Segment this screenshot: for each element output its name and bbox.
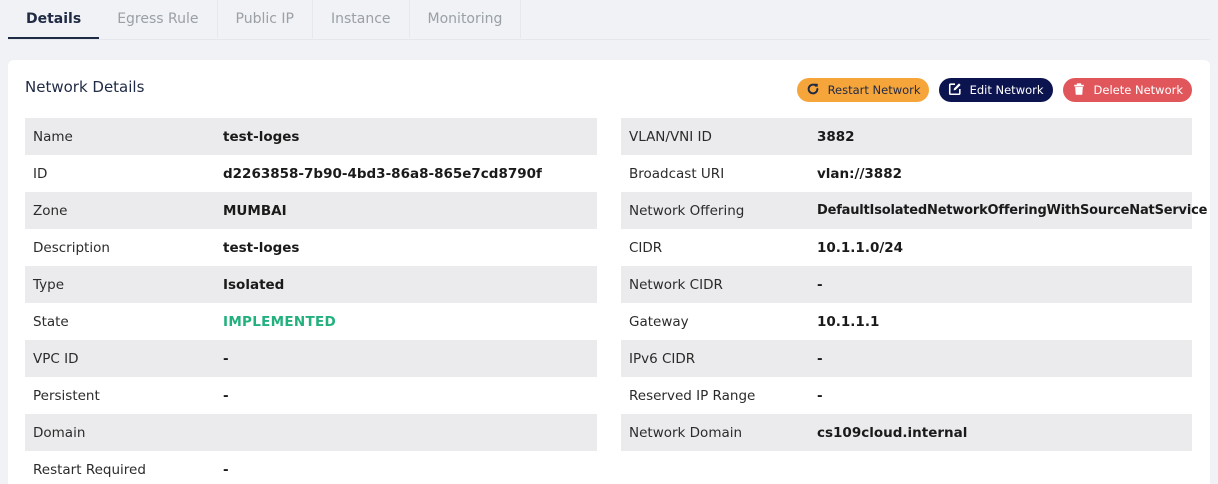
detail-label: Network CIDR	[629, 276, 723, 293]
detail-label: Type	[33, 276, 65, 293]
detail-label: VPC ID	[33, 350, 79, 367]
tab-details[interactable]: Details	[8, 0, 100, 40]
detail-value: cs109cloud.internal	[817, 424, 968, 441]
detail-row-ipv6-cidr: IPv6 CIDR -	[621, 340, 1192, 377]
edit-network-label: Edit Network	[969, 83, 1044, 97]
detail-label: VLAN/VNI ID	[629, 128, 712, 145]
detail-row-name: Name test-loges	[25, 118, 597, 155]
detail-value: -	[223, 350, 229, 367]
action-buttons: Restart Network Edit Network Delete Netw…	[796, 78, 1192, 102]
detail-label: Gateway	[629, 313, 689, 330]
detail-label: Name	[33, 128, 73, 145]
detail-label: Network Domain	[629, 424, 743, 441]
detail-row-domain: Domain	[25, 414, 597, 451]
tab-divider	[8, 39, 1210, 40]
detail-row-vpc-id: VPC ID -	[25, 340, 597, 377]
detail-value: -	[817, 387, 823, 404]
restart-network-label: Restart Network	[827, 83, 921, 97]
tab-public-ip[interactable]: Public IP	[218, 0, 313, 38]
detail-label: State	[33, 313, 69, 330]
detail-value: 3882	[817, 128, 855, 145]
edit-network-button[interactable]: Edit Network	[938, 78, 1053, 102]
detail-row-network-cidr: Network CIDR -	[621, 266, 1192, 303]
delete-network-label: Delete Network	[1093, 83, 1183, 97]
restart-icon	[806, 82, 820, 99]
tab-monitoring[interactable]: Monitoring	[410, 0, 522, 38]
detail-value: -	[223, 461, 229, 478]
detail-value: 10.1.1.1	[817, 313, 880, 330]
detail-value: test-loges	[223, 239, 300, 256]
detail-label: Restart Required	[33, 461, 146, 478]
detail-value: 10.1.1.0/24	[817, 239, 904, 256]
detail-label: Network Offering	[629, 202, 745, 219]
detail-label: Reserved IP Range	[629, 387, 756, 404]
detail-label: CIDR	[629, 239, 663, 256]
detail-label: Persistent	[33, 387, 100, 404]
edit-icon	[948, 82, 962, 99]
detail-value: vlan://3882	[817, 165, 902, 182]
card-title: Network Details	[25, 78, 145, 96]
detail-label: Domain	[33, 424, 86, 441]
detail-row-gateway: Gateway 10.1.1.1	[621, 303, 1192, 340]
delete-network-button[interactable]: Delete Network	[1062, 78, 1192, 102]
detail-row-description: Description test-loges	[25, 229, 597, 266]
detail-value: -	[817, 276, 823, 293]
detail-row-persistent: Persistent -	[25, 377, 597, 414]
detail-label: Description	[33, 239, 110, 256]
detail-row-reserved-ip-range: Reserved IP Range -	[621, 377, 1192, 414]
detail-value: -	[223, 387, 229, 404]
detail-row-id: ID d2263858-7b90-4bd3-86a8-865e7cd8790f	[25, 155, 597, 192]
detail-row-broadcast-uri: Broadcast URI vlan://3882	[621, 155, 1192, 192]
details-right-column: VLAN/VNI ID 3882 Broadcast URI vlan://38…	[621, 118, 1207, 451]
detail-label: Zone	[33, 202, 68, 219]
detail-row-state: State IMPLEMENTED	[25, 303, 597, 340]
detail-value: MUMBAI	[223, 202, 287, 219]
detail-label: Broadcast URI	[629, 165, 725, 182]
trash-icon	[1072, 82, 1086, 99]
detail-row-network-domain: Network Domain cs109cloud.internal	[621, 414, 1192, 451]
detail-row-network-offering: Network Offering DefaultIsolatedNetworkO…	[621, 192, 1207, 229]
detail-row-restart-required: Restart Required -	[25, 451, 597, 484]
detail-label: IPv6 CIDR	[629, 350, 696, 367]
tab-egress-rule[interactable]: Egress Rule	[99, 0, 218, 38]
details-left-column: Name test-loges ID d2263858-7b90-4bd3-86…	[25, 118, 597, 484]
detail-value: DefaultIsolatedNetworkOfferingWithSource…	[817, 203, 1208, 218]
detail-label: ID	[33, 165, 48, 182]
detail-row-vlan-vni-id: VLAN/VNI ID 3882	[621, 118, 1192, 155]
detail-value: d2263858-7b90-4bd3-86a8-865e7cd8790f	[223, 165, 542, 182]
detail-value: Isolated	[223, 276, 285, 293]
detail-row-zone: Zone MUMBAI	[25, 192, 597, 229]
detail-value: -	[817, 350, 823, 367]
restart-network-button[interactable]: Restart Network	[796, 78, 929, 102]
network-details-card: Network Details Restart Network Edit Net…	[8, 60, 1210, 484]
detail-row-cidr: CIDR 10.1.1.0/24	[621, 229, 1192, 266]
tab-bar: Details Egress Rule Public IP Instance M…	[8, 0, 1210, 40]
detail-row-type: Type Isolated	[25, 266, 597, 303]
tab-instance[interactable]: Instance	[313, 0, 410, 38]
detail-value: test-loges	[223, 128, 300, 145]
state-badge: IMPLEMENTED	[223, 313, 337, 330]
